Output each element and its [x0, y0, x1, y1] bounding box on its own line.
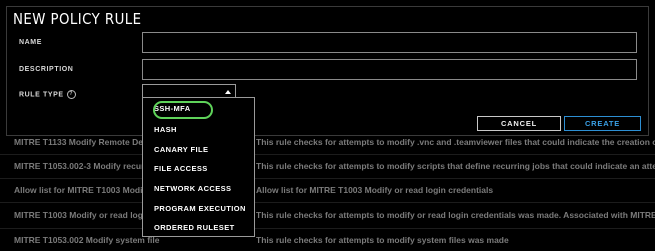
help-icon[interactable]: ?	[66, 90, 76, 99]
option-network-access[interactable]: NETWORK ACCESS	[154, 184, 231, 193]
option-ordered-ruleset[interactable]: ORDERED RULESET	[154, 223, 235, 232]
option-ssh-mfa[interactable]: SSH-MFA	[153, 101, 213, 119]
rule-type-dropdown: SSH-MFA HASH CANARY FILE FILE ACCESS NET…	[142, 97, 255, 237]
list-item[interactable]: MITRE T1053.002-3 Modify recurri This ru…	[14, 155, 655, 177]
name-input[interactable]	[142, 32, 637, 53]
rule-type-label: RULE TYPE	[19, 91, 64, 99]
option-program-execution[interactable]: PROGRAM EXECUTION	[154, 204, 246, 213]
list-item[interactable]: MITRE T1053.002 Modify system file This …	[14, 229, 655, 251]
option-hash[interactable]: HASH	[154, 125, 177, 134]
description-input[interactable]	[142, 59, 637, 80]
rule-description: This rule checks for attempts to modify …	[256, 161, 655, 171]
list-item[interactable]: Allow list for MITRE T1003 Modify Allow …	[14, 179, 655, 201]
name-label: NAME	[19, 39, 43, 46]
description-label: DESCRIPTION	[19, 66, 74, 73]
modal-title: NEW POLICY RULE	[13, 10, 142, 28]
caret-up-icon	[225, 90, 231, 94]
rule-description: Allow list for MITRE T1003 Modify or rea…	[256, 185, 494, 195]
option-file-access[interactable]: FILE ACCESS	[154, 164, 208, 173]
new-policy-rule-modal: NEW POLICY RULE NAME DESCRIPTION RULE TY…	[6, 6, 649, 136]
rule-description: This rule checks for attempts to modify …	[256, 235, 509, 245]
rule-type-label-group: RULE TYPE?	[19, 90, 76, 99]
list-item[interactable]: MITRE T1003 Modify or read login This ru…	[14, 204, 655, 226]
row-divider	[0, 202, 655, 203]
rule-description: This rule checks for attempts to modify …	[256, 210, 655, 220]
highlight-ellipse	[153, 101, 213, 119]
cancel-button[interactable]: CANCEL	[477, 116, 561, 131]
option-canary-file[interactable]: CANARY FILE	[154, 145, 208, 154]
create-button[interactable]: CREATE	[564, 116, 641, 131]
